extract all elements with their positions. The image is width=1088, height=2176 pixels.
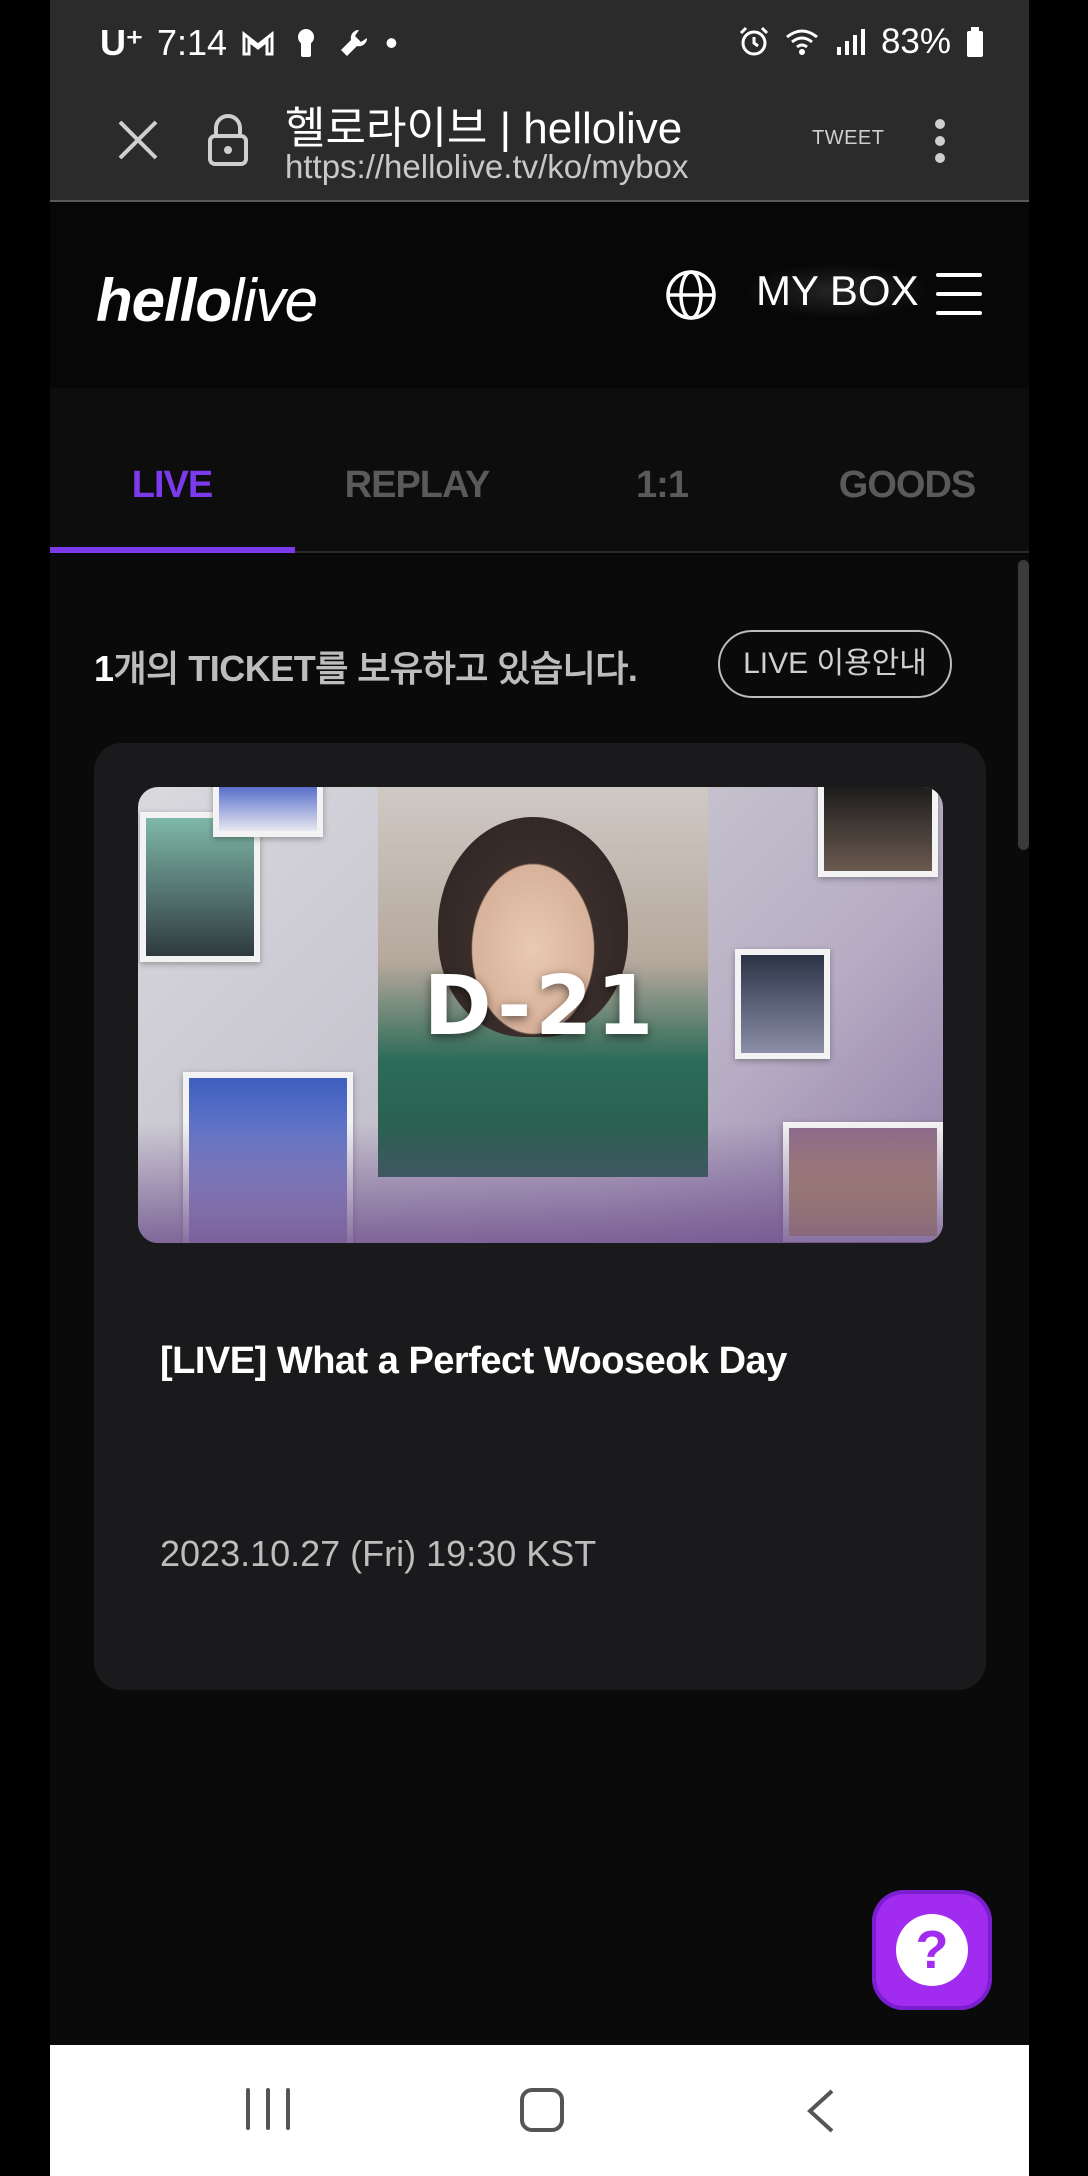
tab-goods[interactable]: GOODS bbox=[785, 464, 1029, 507]
wifi-icon bbox=[786, 29, 818, 55]
mybox-link[interactable]: MY BOX bbox=[750, 265, 925, 317]
logo-light-part: live bbox=[231, 267, 318, 334]
event-thumbnail[interactable]: D-21 bbox=[138, 787, 943, 1243]
status-time: 7:14 bbox=[157, 22, 228, 63]
notification-dot: • bbox=[385, 22, 398, 63]
alarm-icon bbox=[739, 26, 768, 56]
main-content: 1개의 TICKET를 보유하고 있습니다. LIVE 이용안내 D-21 [L… bbox=[50, 555, 1029, 2045]
thumbnail-fade bbox=[138, 1123, 943, 1243]
page-url[interactable]: https://hellolive.tv/ko/mybox bbox=[285, 148, 689, 186]
event-title[interactable]: [LIVE] What a Perfect Wooseok Day bbox=[160, 1340, 787, 1383]
battery-icon bbox=[967, 27, 983, 57]
tab-live[interactable]: LIVE bbox=[50, 464, 294, 507]
ticket-count-label: 개의 TICKET를 보유하고 있습니다. bbox=[113, 648, 638, 689]
home-icon[interactable] bbox=[520, 2088, 564, 2132]
question-icon: ? bbox=[896, 1914, 968, 1986]
close-icon[interactable] bbox=[112, 114, 164, 166]
thumbnail-photo bbox=[818, 787, 938, 877]
ticket-count: 1 bbox=[94, 648, 114, 689]
carrier-label: U⁺ bbox=[100, 22, 144, 63]
live-guide-button[interactable]: LIVE 이용안내 bbox=[718, 630, 952, 698]
keyhole-icon bbox=[298, 29, 315, 57]
site-header: hellolive MY BOX bbox=[50, 203, 1029, 388]
help-chat-button[interactable]: ? bbox=[872, 1890, 992, 2010]
recent-apps-icon[interactable] bbox=[246, 2088, 290, 2132]
ticket-card[interactable]: D-21 [LIVE] What a Perfect Wooseok Day 2… bbox=[94, 743, 986, 1690]
d-day-label: D-21 bbox=[423, 959, 658, 1054]
page-scrollbar[interactable] bbox=[1018, 560, 1029, 850]
ticket-count-text: 1개의 TICKET를 보유하고 있습니다. bbox=[94, 640, 638, 692]
browser-toolbar: 헬로라이브 | hellolive https://hellolive.tv/k… bbox=[50, 92, 1029, 202]
globe-icon[interactable] bbox=[664, 268, 718, 322]
lock-icon[interactable] bbox=[204, 112, 252, 168]
page-title: 헬로라이브 | hellolive bbox=[285, 104, 683, 153]
tab-replay[interactable]: REPLAY bbox=[295, 464, 539, 507]
phone-screen: U⁺ 7:14 • 83% 헬로라이브 | hellolive https://… bbox=[50, 0, 1029, 2176]
logo-bold-part: hello bbox=[96, 267, 232, 334]
signal-icon bbox=[836, 29, 865, 55]
status-right: 83% bbox=[737, 22, 985, 62]
tweet-button[interactable]: TWEET bbox=[812, 127, 885, 150]
menu-icon[interactable] bbox=[936, 273, 982, 317]
mybox-tabs: LIVE REPLAY 1:1 GOODS bbox=[50, 388, 1029, 553]
back-icon[interactable] bbox=[798, 2087, 844, 2135]
hellolive-logo[interactable]: hellolive bbox=[96, 266, 318, 335]
status-left: U⁺ 7:14 • bbox=[100, 22, 398, 64]
event-date: 2023.10.27 (Fri) 19:30 KST bbox=[160, 1533, 597, 1574]
battery-percent: 83% bbox=[880, 22, 951, 61]
status-bar: U⁺ 7:14 • 83% bbox=[50, 0, 1029, 92]
active-tab-indicator bbox=[50, 547, 295, 553]
more-options-icon[interactable] bbox=[930, 112, 950, 172]
wrench-icon bbox=[341, 29, 368, 56]
gmail-icon bbox=[242, 30, 274, 56]
thumbnail-photo bbox=[213, 787, 323, 837]
system-nav-bar bbox=[50, 2045, 1029, 2176]
tab-one-on-one[interactable]: 1:1 bbox=[540, 464, 784, 507]
